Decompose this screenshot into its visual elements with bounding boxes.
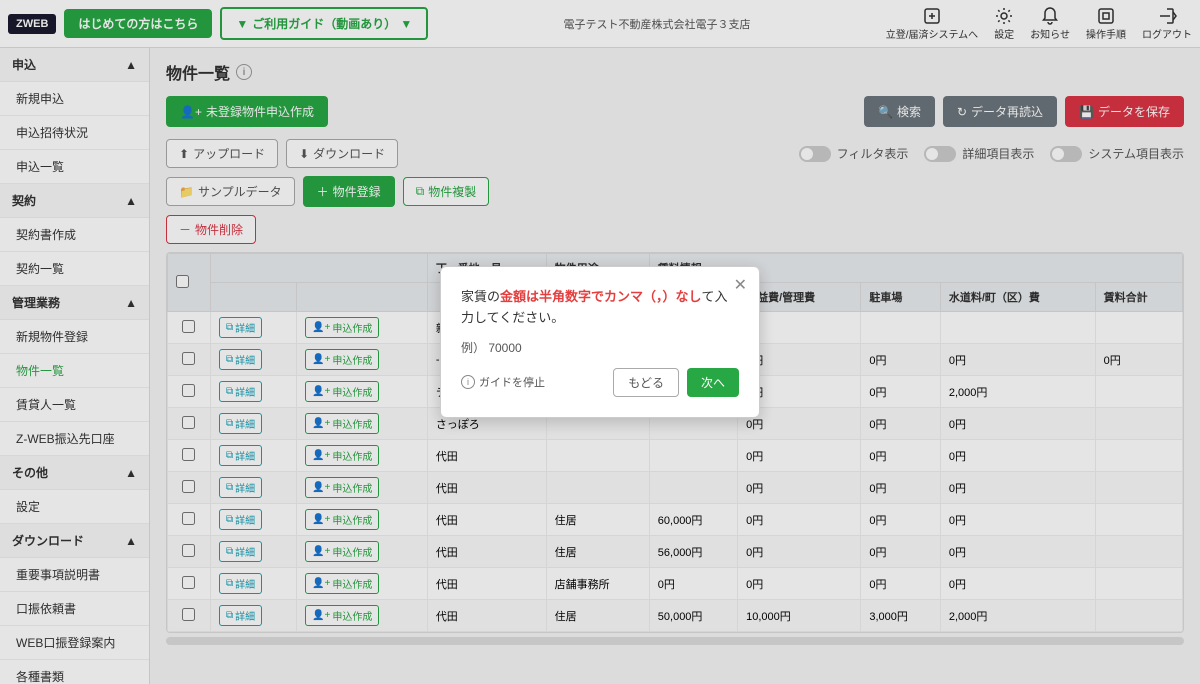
guide-stop-button[interactable]: i ガイドを停止 [461,374,545,390]
guide-icon: i [461,375,475,389]
popup-close-button[interactable]: ✕ [734,275,747,295]
popup-footer: i ガイドを停止 もどる 次へ [461,368,739,397]
popup-overlay: ✕ 家賃の金額は半角数字でカンマ（，）なして入力してください。 例） 70000… [0,0,1200,684]
popup-bold-text: 金額は半角数字でカンマ（，）なし [500,289,702,304]
popup-example: 例） 70000 [461,339,739,356]
popup-message: 家賃の金額は半角数字でカンマ（，）なして入力してください。 [461,287,739,329]
popup-next-button[interactable]: 次へ [687,368,739,397]
popup-action-buttons: もどる 次へ [613,368,739,397]
popup-dialog: ✕ 家賃の金額は半角数字でカンマ（，）なして入力してください。 例） 70000… [440,266,760,418]
popup-back-button[interactable]: もどる [613,368,679,397]
